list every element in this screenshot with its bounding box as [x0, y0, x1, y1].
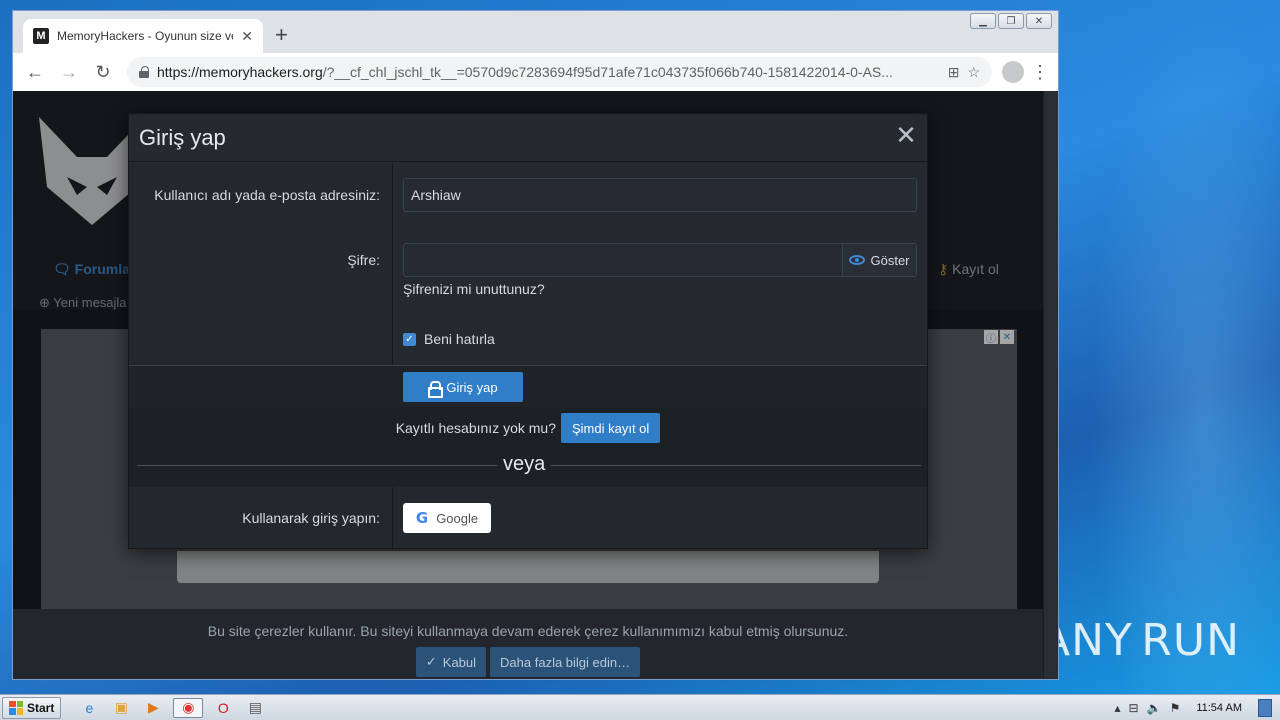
username-field[interactable]: Arshiaw	[403, 178, 917, 212]
window-app-icon[interactable]: ▤	[243, 698, 267, 718]
social-login-label: Kullanarak giriş yapın:	[242, 510, 380, 526]
modal-title: Giriş yap	[139, 125, 226, 150]
opera-icon[interactable]: O	[211, 698, 235, 718]
or-divider-label: veya	[497, 453, 552, 476]
form-label-column: Kullanıcı adı yada e-posta adresiniz: Şi…	[129, 163, 393, 365]
clock[interactable]: 11:54 AM	[1196, 702, 1242, 714]
web-page: 🗨 Forumla ⚷ Kayıt ol ⊕ Yeni mesajla ⓘ ✕ …	[13, 91, 1058, 679]
forgot-password-link[interactable]: Şifrenizi mi unuttunuz?	[403, 281, 545, 297]
cookie-accept-button[interactable]: ✓ Kabul	[415, 647, 487, 677]
media-player-icon[interactable]: ▶	[141, 698, 165, 718]
url-path: /?__cf_chl_jschl_tk__=0570d9c7283694f95d…	[322, 64, 893, 80]
page-scrollbar[interactable]	[1044, 91, 1058, 679]
file-explorer-icon[interactable]: ▣	[109, 698, 133, 718]
taskbar: Start e ▣ ▶ ◉ O ▤ ▴ ⊟ 🔈 ⚑ 11:54 AM	[0, 694, 1280, 720]
windows-logo-icon	[9, 700, 23, 715]
login-button[interactable]: Giriş yap	[403, 372, 523, 402]
action-center-flag-icon[interactable]: ⚑	[1170, 701, 1181, 715]
submit-row: Giriş yap	[129, 365, 927, 407]
profile-avatar[interactable]	[1002, 61, 1024, 83]
social-label-column: Kullanarak giriş yapın:	[129, 487, 393, 548]
chrome-icon[interactable]: ◉	[173, 697, 204, 718]
watermark-run: RUN	[1141, 614, 1240, 666]
anyrun-watermark: ANY RUN	[1040, 608, 1240, 672]
register-section: Kayıtlı hesabınız yok mu? Şimdi kayıt ol…	[129, 407, 927, 487]
bookmark-star-icon[interactable]: ☆	[967, 64, 980, 81]
url-text[interactable]: https://memoryhackers.org/?__cf_chl_jsch…	[157, 64, 940, 80]
desktop-wallpaper-glow	[1090, 0, 1280, 694]
tab-title: MemoryHackers - Oyunun size verdi	[57, 29, 234, 43]
register-now-button[interactable]: Şimdi kayıt ol	[561, 413, 661, 443]
no-account-text: Kayıtlı hesabınız yok mu?	[395, 420, 556, 436]
browser-window: ▁ ❐ ✕ M MemoryHackers - Oyunun size verd…	[12, 10, 1059, 680]
password-field[interactable]: Göster	[403, 243, 917, 277]
network-icon[interactable]: ⊟	[1129, 701, 1139, 715]
start-button[interactable]: Start	[2, 696, 62, 719]
address-bar[interactable]: https://memoryhackers.org/?__cf_chl_jsch…	[127, 57, 992, 87]
login-form: Kullanıcı adı yada e-posta adresiniz: Şi…	[129, 163, 927, 365]
back-button[interactable]: ←	[21, 58, 49, 86]
remember-me-label: Beni hatırla	[424, 331, 495, 347]
google-icon: G	[415, 509, 429, 527]
tab-close-icon[interactable]: ✕	[241, 28, 253, 45]
volume-icon[interactable]: 🔈	[1147, 701, 1162, 715]
google-login-button[interactable]: G Google	[403, 503, 491, 533]
browser-tab[interactable]: M MemoryHackers - Oyunun size verdi ✕	[23, 19, 263, 53]
new-tab-button[interactable]: +	[275, 24, 288, 46]
login-button-label: Giriş yap	[446, 379, 498, 395]
show-password-label: Göster	[870, 252, 910, 268]
cookie-notice: Bu site çerezler kullanır. Bu siteyi kul…	[13, 609, 1043, 679]
check-icon: ✓	[425, 654, 437, 669]
social-login-row: Kullanarak giriş yapın: G Google	[129, 487, 927, 548]
cookie-more-button[interactable]: Daha fazla bilgi edin…	[490, 647, 641, 677]
remember-me-checkbox[interactable]: ✓ Beni hatırla	[403, 331, 495, 347]
url-host: https://memoryhackers.org	[157, 64, 323, 80]
modal-header: Giriş yap ✕	[129, 114, 927, 162]
site-favicon-icon: M	[33, 28, 49, 44]
tray-expand-icon[interactable]: ▴	[1115, 701, 1121, 715]
browser-toolbar: ← → ↻ https://memoryhackers.org/?__cf_ch…	[13, 53, 1058, 91]
checkmark-icon[interactable]: ✓	[403, 332, 416, 346]
internet-explorer-icon[interactable]: e	[77, 698, 101, 718]
username-value: Arshiaw	[411, 187, 461, 203]
login-modal: Giriş yap ✕ Kullanıcı adı yada e-posta a…	[128, 113, 928, 549]
cookie-more-label: Daha fazla bilgi edin…	[500, 654, 631, 670]
system-tray: ▴ ⊟ 🔈 ⚑ 11:54 AM	[1115, 698, 1280, 717]
cookie-accept-label: Kabul	[442, 654, 477, 670]
lock-icon[interactable]	[139, 66, 149, 78]
register-line: Kayıtlı hesabınız yok mu? Şimdi kayıt ol	[129, 413, 927, 443]
eye-icon	[849, 255, 866, 265]
cookie-text: Bu site çerezler kullanır. Bu siteyi kul…	[207, 623, 849, 639]
password-label: Şifre:	[347, 252, 380, 268]
translate-icon[interactable]: ⊞	[948, 64, 960, 81]
reload-button[interactable]: ↻	[89, 58, 117, 86]
cookie-buttons: ✓ Kabul Daha fazla bilgi edin…	[13, 647, 1043, 677]
forward-button[interactable]: →	[55, 58, 83, 86]
show-password-button[interactable]: Göster	[842, 244, 916, 276]
google-button-label: Google	[436, 510, 479, 526]
show-desktop-button[interactable]	[1258, 698, 1272, 717]
modal-close-icon[interactable]: ✕	[893, 120, 919, 150]
tab-strip: M MemoryHackers - Oyunun size verdi ✕ +	[13, 11, 1058, 53]
padlock-icon	[428, 380, 444, 398]
browser-menu-icon[interactable]: ⋮	[1030, 62, 1050, 83]
start-label: Start	[27, 700, 55, 715]
username-label: Kullanıcı adı yada e-posta adresiniz:	[154, 187, 380, 203]
taskbar-apps: e ▣ ▶ ◉ O ▤	[77, 697, 267, 718]
